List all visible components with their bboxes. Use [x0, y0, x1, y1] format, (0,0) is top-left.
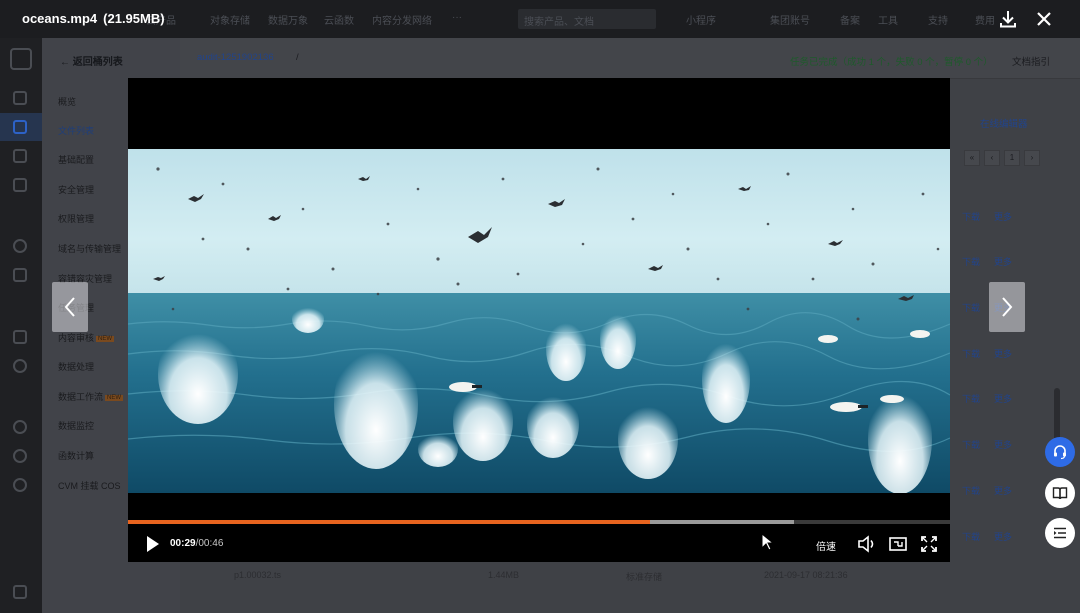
- video-frame-image: [128, 149, 950, 493]
- time-display: 00:29/00:46: [170, 538, 223, 549]
- row-actions: 下载更多: [962, 257, 1013, 267]
- close-icon: [1037, 12, 1051, 26]
- nav-tools: 工具: [878, 16, 898, 27]
- nav-billing: 费用: [975, 16, 995, 27]
- breadcrumb-separator: /: [296, 52, 299, 63]
- table-row: p1.00032.ts 1.44MB 标准存储 2021-09-17 08:21…: [234, 570, 848, 582]
- progress-bar[interactable]: [128, 520, 950, 524]
- row-actions: 下载更多: [962, 212, 1013, 222]
- globe-icon: [13, 449, 27, 463]
- nav-miniprogram: 小程序: [686, 16, 716, 27]
- calendar-icon: [13, 149, 27, 163]
- row-actions: 下载更多: [962, 394, 1013, 404]
- row-actions: 下载更多: [962, 440, 1013, 450]
- grid-icon: [13, 91, 27, 105]
- sidebar-item-overview: 概览: [58, 97, 77, 107]
- close-button[interactable]: [1033, 8, 1055, 30]
- video-player[interactable]: 00:29/00:46 倍速: [128, 78, 950, 562]
- sidebar-item-permission: 权限管理: [58, 214, 95, 224]
- sidebar-item-monitor: 数据监控: [58, 421, 95, 431]
- speed-button[interactable]: 倍速: [816, 538, 836, 553]
- file-name: oceans.mp4: [22, 11, 98, 26]
- sidebar-item-processing: 数据处理: [58, 362, 95, 372]
- apps-icon: [13, 330, 27, 344]
- docs-button[interactable]: [1045, 478, 1075, 508]
- volume-icon: [858, 535, 874, 553]
- nav-icp: 备案: [840, 16, 860, 27]
- total-time: 00:46: [198, 538, 224, 549]
- chevron-left-icon: [64, 297, 75, 317]
- compass-icon: [13, 239, 27, 253]
- nav-scf: 云函数: [324, 16, 354, 27]
- mouse-cursor: [760, 532, 776, 556]
- outline-button[interactable]: [1045, 518, 1075, 548]
- viewer-file-title: oceans.mp4 (21.95MB): [22, 11, 165, 26]
- current-time: 00:29: [170, 538, 196, 549]
- download-icon: [1000, 11, 1016, 28]
- video-frame[interactable]: [128, 149, 950, 493]
- row-actions: 下载更多: [962, 349, 1013, 359]
- console-search: 搜索产品、文档: [518, 9, 656, 29]
- nav-cdn: 内容分发网络: [372, 16, 432, 27]
- support-button[interactable]: [1045, 437, 1075, 467]
- pager-next: ›: [1024, 150, 1040, 166]
- sidebar-item-cvm: CVM 挂载 COS: [58, 481, 121, 491]
- online-editor: 在线编辑器: [980, 119, 1028, 130]
- fullscreen-button[interactable]: [918, 532, 940, 556]
- progress-played: [128, 520, 650, 524]
- row-actions: 下载更多: [962, 532, 1013, 542]
- task-status: 任务已完成（成功 1 个，失败 0 个，暂停 0 个）: [790, 57, 993, 68]
- book-icon: [1052, 487, 1068, 500]
- pager-first: «: [964, 150, 980, 166]
- chevron-right-icon: [1002, 297, 1013, 317]
- back-to-buckets: ← 返回桶列表: [60, 57, 123, 68]
- nav-cos: 对象存储: [210, 16, 250, 27]
- next-file-button[interactable]: [989, 282, 1025, 332]
- row-actions: 下载更多: [962, 486, 1013, 496]
- sidebar-item-basic: 基础配置: [58, 155, 95, 165]
- pager-prev: ‹: [984, 150, 1000, 166]
- sidebar-item-workflow: 数据工作流 NEW: [58, 392, 124, 402]
- headset-icon: [1054, 445, 1066, 460]
- previous-file-button[interactable]: [52, 282, 88, 332]
- menu-icon: [13, 585, 27, 599]
- nav-support: 支持: [928, 16, 948, 27]
- nav-more: ···: [452, 12, 462, 23]
- sidebar-item-files: 文件列表: [58, 126, 95, 136]
- sidebar-item-security: 安全管理: [58, 185, 95, 195]
- list-icon: [1054, 527, 1066, 539]
- target-icon: [13, 478, 27, 492]
- sidebar-item-domain: 域名与传输管理: [58, 244, 122, 254]
- breadcrumb-bucket: audit-1251902136: [197, 52, 274, 63]
- doc-guide: 文档指引: [1012, 57, 1051, 68]
- download-button[interactable]: [997, 8, 1019, 30]
- cog-icon: [13, 420, 27, 434]
- nav-group: 集团账号: [770, 16, 810, 27]
- pip-button[interactable]: [887, 532, 909, 556]
- file-size: (21.95MB): [103, 11, 165, 26]
- picture-in-picture-icon: [889, 537, 907, 551]
- logo-icon: [10, 48, 32, 70]
- sidebar-item-audit: 内容审核 NEW: [58, 333, 115, 343]
- fullscreen-icon: [921, 536, 937, 552]
- pager-current: 1: [1004, 150, 1020, 166]
- doc-icon: [13, 178, 27, 192]
- cursor-icon: [761, 532, 775, 551]
- play-button[interactable]: [142, 532, 162, 556]
- check-icon: [13, 268, 27, 282]
- gauge-icon: [13, 359, 27, 373]
- console-icon-rail: [0, 38, 42, 613]
- play-icon: [147, 536, 159, 552]
- nav-ci: 数据万象: [268, 16, 308, 27]
- volume-button[interactable]: [856, 532, 878, 556]
- sidebar-item-scf: 函数计算: [58, 451, 95, 461]
- bucket-icon: [13, 120, 27, 134]
